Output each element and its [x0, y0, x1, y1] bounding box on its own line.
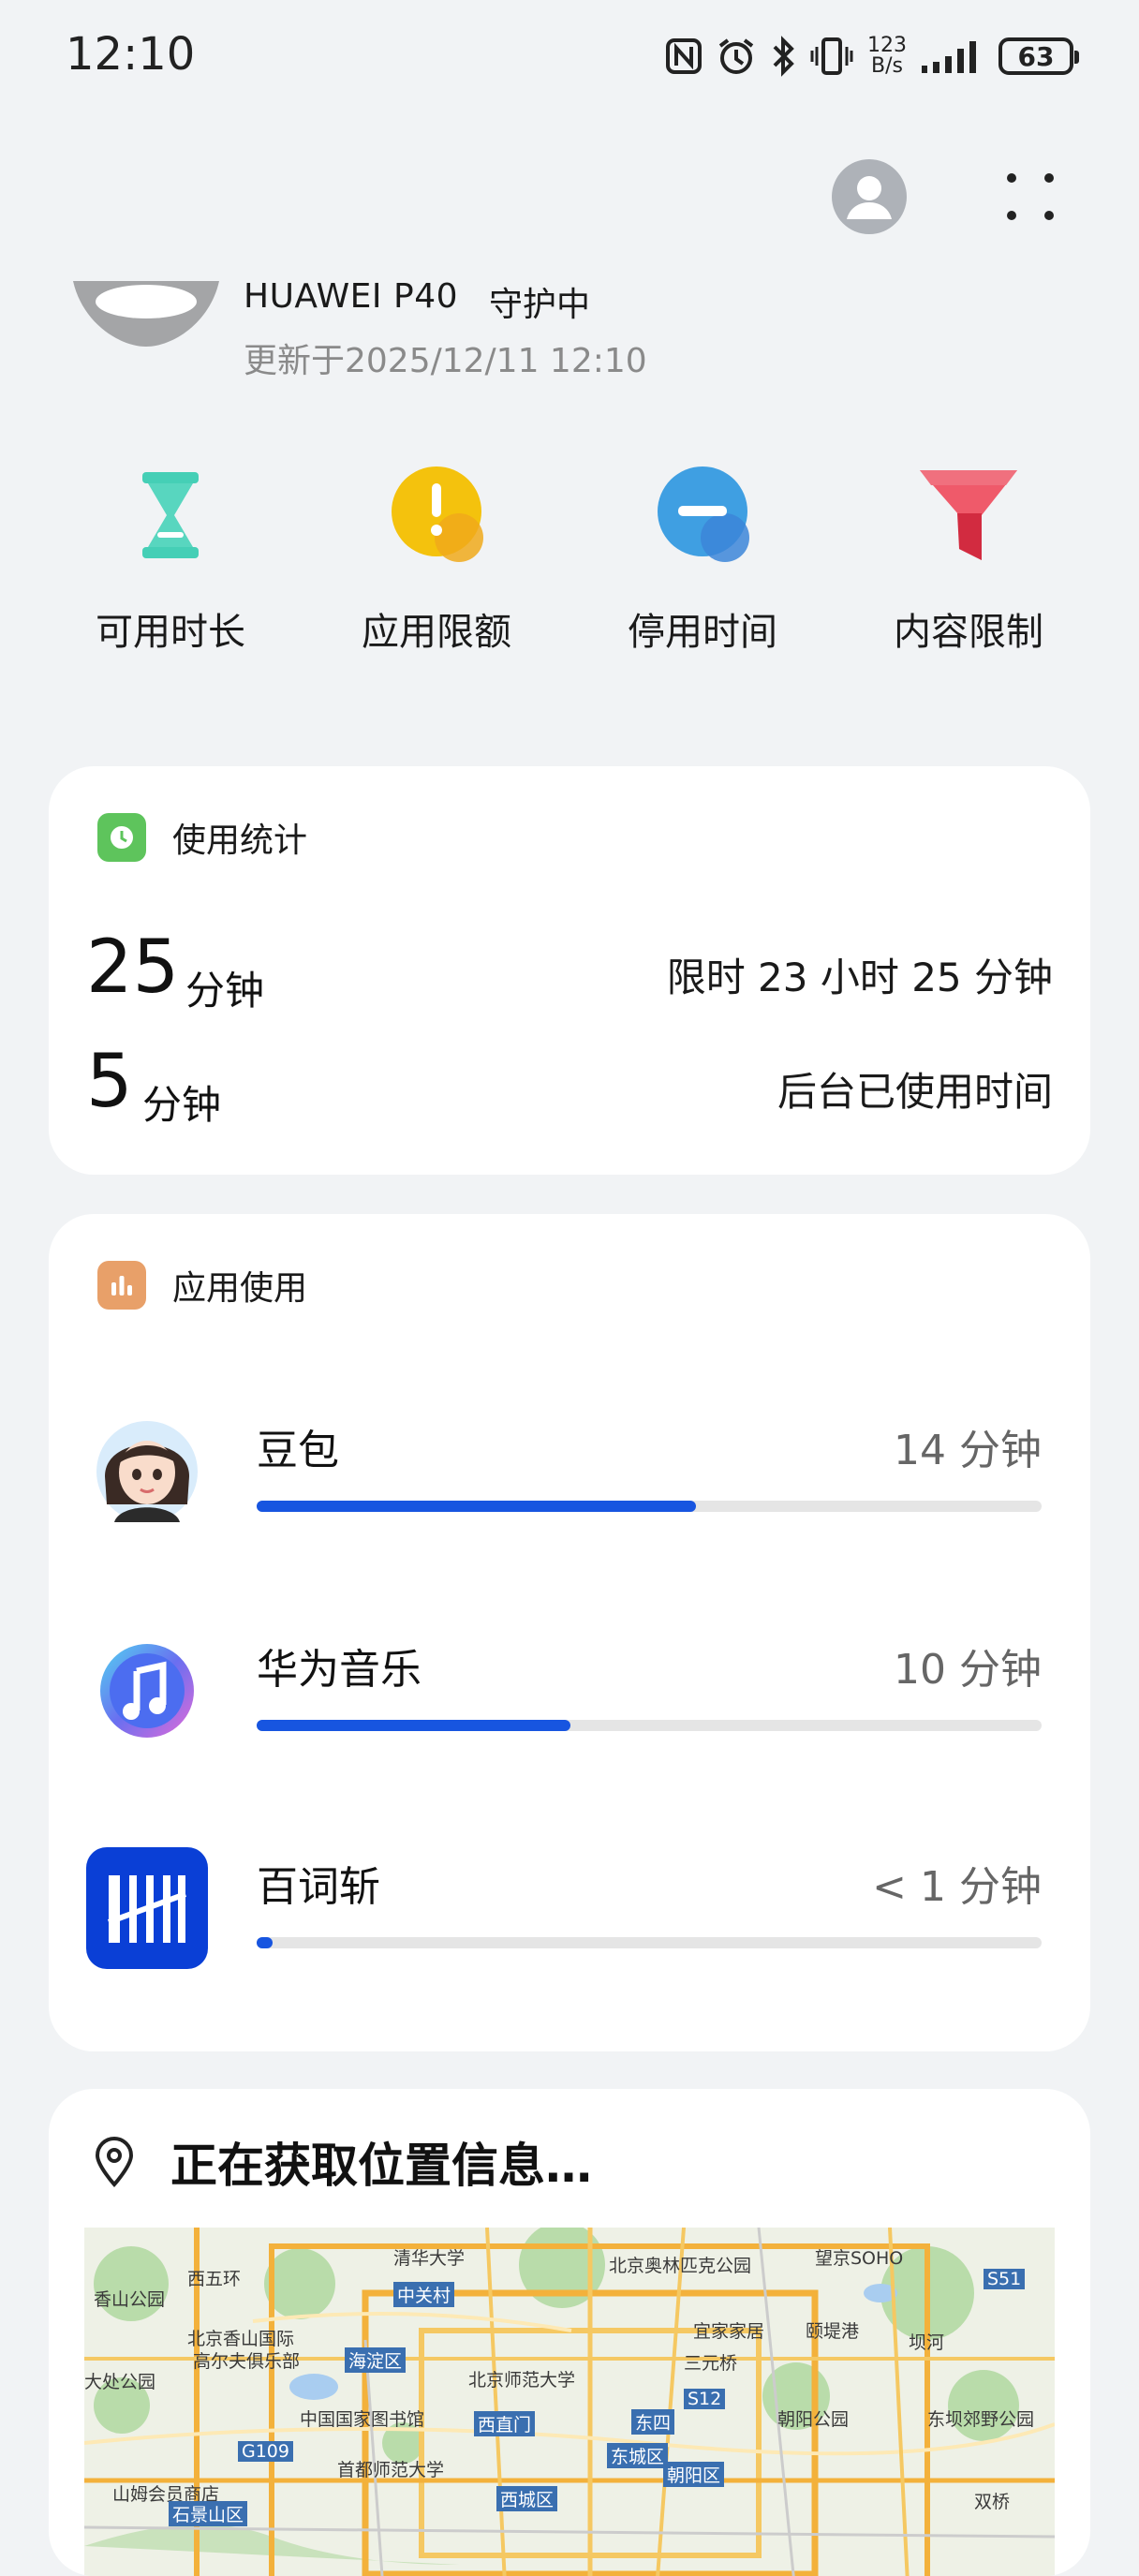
map-label: 大处公园 — [84, 2372, 156, 2392]
device-status: 守护中 — [489, 286, 591, 324]
usage-stats-title: 使用统计 — [172, 822, 308, 860]
map-label: 首都师范大学 — [337, 2460, 445, 2480]
feature-label: 内容限制 — [894, 611, 1043, 654]
map-label: 坝河 — [909, 2332, 945, 2353]
app-progress-fill — [257, 1937, 273, 1948]
map-label: 中国国家图书馆 — [300, 2409, 425, 2430]
network-speed: 123 B/s — [867, 34, 907, 78]
clock-icon — [97, 813, 146, 862]
app-usage-title: 应用使用 — [172, 1269, 308, 1308]
map-label: 北京师范大学 — [468, 2370, 576, 2391]
hourglass-icon — [114, 459, 227, 571]
feature-app-limit[interactable]: 应用限额 — [303, 459, 570, 665]
map-label: 颐堤港 — [806, 2321, 860, 2342]
app-name: 华为音乐 — [257, 1646, 422, 1694]
device-name: HUAWEI P40 — [244, 277, 458, 316]
map-label: S12 — [684, 2389, 726, 2409]
location-map[interactable]: 清华大学 北京奥林匹克公园 望京SOHO 香山公园 中关村 西五环 宜家家居 颐… — [84, 2228, 1055, 2576]
map-label: 中关村 — [393, 2282, 455, 2307]
nfc-icon — [665, 37, 703, 75]
location-pin-icon — [86, 2134, 142, 2190]
feature-downtime[interactable]: 停用时间 — [570, 459, 836, 665]
account-button[interactable] — [832, 159, 907, 234]
app-progress-track — [257, 1501, 1042, 1512]
app-progress-fill — [257, 1501, 697, 1512]
status-bar-icons: 123 B/s 63 — [665, 28, 1079, 84]
map-label: 西城区 — [496, 2486, 558, 2511]
music-app-icon — [86, 1630, 208, 1752]
app-row-doubao[interactable]: 豆包 14 分钟 — [49, 1411, 1090, 1551]
app-row-baicizhan[interactable]: 百词斩 < 1 分钟 — [49, 1847, 1090, 1988]
content-filter-icon — [912, 459, 1025, 571]
map-label: G109 — [238, 2441, 293, 2462]
map-label: 东坝郊野公园 — [927, 2409, 1035, 2430]
app-progress-fill — [257, 1720, 571, 1731]
signal-icon — [920, 37, 985, 75]
app-row-huawei-music[interactable]: 华为音乐 10 分钟 — [49, 1630, 1090, 1770]
app-usage-time: 14 分钟 — [894, 1427, 1042, 1474]
vibrate-icon — [809, 36, 854, 77]
baicizhan-app-icon — [86, 1847, 208, 1969]
feature-label: 可用时长 — [96, 611, 245, 654]
downtime-icon — [646, 459, 759, 571]
alarm-icon — [716, 36, 757, 77]
app-limit-icon — [380, 459, 493, 571]
map-label: 东城区 — [607, 2443, 669, 2468]
map-label: 望京SOHO — [815, 2248, 904, 2269]
map-label: 朝阳公园 — [777, 2409, 850, 2430]
app-usage-header: 应用使用 — [97, 1261, 307, 1310]
map-label: 三元桥 — [684, 2353, 738, 2374]
map-label: 西直门 — [474, 2411, 536, 2436]
app-progress-track — [257, 1720, 1042, 1731]
user-icon — [847, 176, 892, 219]
usage-stats-card[interactable]: 使用统计 25 分钟 限时 23 小时 25 分钟 5 分钟 后台已使用时间 — [49, 766, 1090, 1175]
app-progress-track — [257, 1937, 1042, 1948]
time-limit-text: 限时 23 小时 25 分钟 — [666, 955, 1053, 1000]
app-usage-card[interactable]: 应用使用 豆包 14 分钟 华为音乐 10 分钟 百词斩 < 1 分钟 — [49, 1214, 1090, 2051]
feature-available-time[interactable]: 可用时长 — [37, 459, 303, 665]
bluetooth-icon — [770, 36, 796, 77]
total-usage-value: 25 — [86, 925, 180, 1010]
usage-stats-header: 使用统计 — [97, 813, 307, 862]
map-label: S51 — [984, 2269, 1026, 2289]
doubao-app-icon — [86, 1411, 208, 1532]
battery-icon: 63 — [998, 37, 1079, 75]
map-label: 西五环 — [187, 2269, 242, 2289]
map-label: 双桥 — [974, 2492, 1011, 2512]
map-label: 宜家家居 — [693, 2321, 765, 2342]
background-usage-unit: 分钟 — [142, 1082, 222, 1128]
map-label: 海淀区 — [345, 2347, 407, 2373]
map-label: 石景山区 — [169, 2501, 248, 2526]
map-label: 北京香山国际 — [187, 2329, 295, 2349]
map-label: 高尔夫俱乐部 — [193, 2351, 301, 2372]
feature-label: 应用限额 — [362, 611, 511, 654]
more-icon — [1007, 173, 1054, 220]
map-label: 北京奥林匹克公园 — [609, 2256, 752, 2276]
location-status-title: 正在获取位置信息… — [170, 2139, 592, 2193]
background-usage-label: 后台已使用时间 — [777, 1069, 1053, 1115]
total-usage-unit: 分钟 — [185, 968, 265, 1014]
bar-chart-icon — [97, 1261, 146, 1310]
app-name: 豆包 — [257, 1427, 339, 1474]
map-label: 朝阳区 — [663, 2462, 725, 2487]
map-label: 香山公园 — [94, 2289, 166, 2310]
location-card[interactable]: 正在获取位置信息… 清华大学 北京奥林匹克公园 望京SOHO 香山公园 中关村 … — [49, 2089, 1090, 2576]
device-updated-time: 更新于2025/12/11 12:10 — [244, 342, 647, 380]
app-name: 百词斩 — [257, 1863, 380, 1911]
app-usage-time: < 1 分钟 — [872, 1863, 1042, 1911]
device-avatar[interactable] — [73, 281, 219, 348]
status-bar-time: 12:10 — [66, 28, 196, 81]
feature-content-limit[interactable]: 内容限制 — [836, 459, 1102, 665]
map-label: 清华大学 — [393, 2248, 466, 2269]
background-usage-value: 5 — [86, 1040, 133, 1124]
feature-label: 停用时间 — [628, 611, 777, 654]
map-label: 东四 — [631, 2409, 675, 2435]
more-options-button[interactable] — [993, 161, 1068, 236]
app-usage-time: 10 分钟 — [894, 1646, 1042, 1694]
